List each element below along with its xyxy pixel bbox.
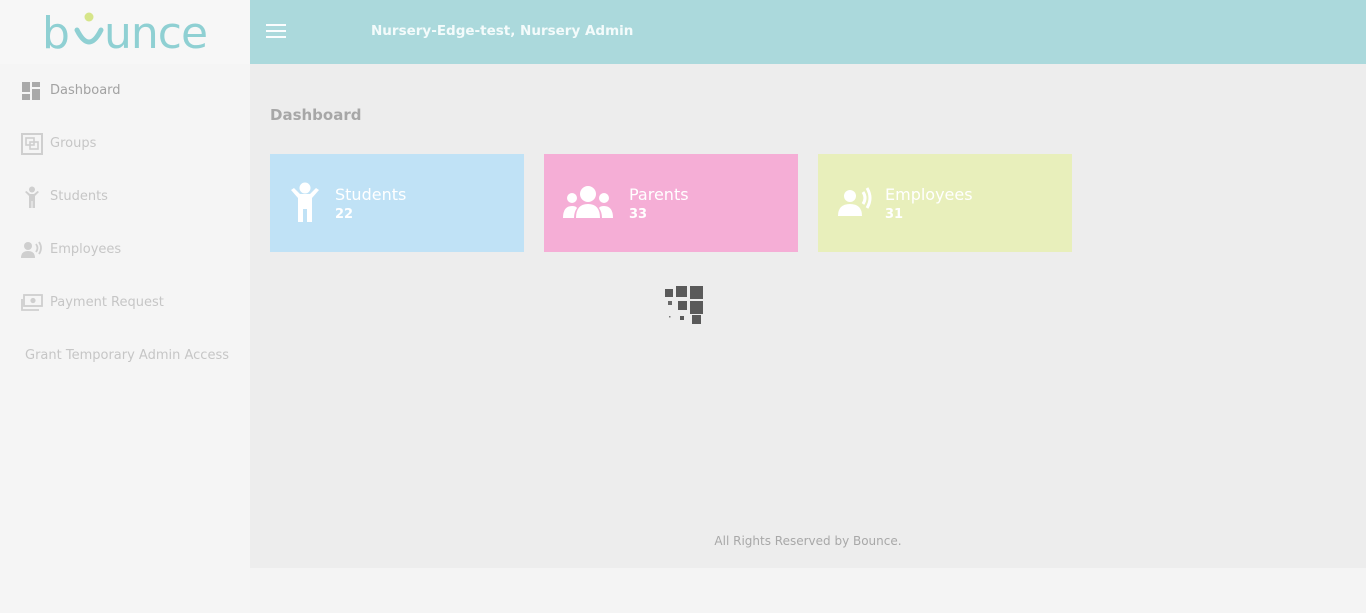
sidebar-item-label: Grant Temporary Admin Access (25, 348, 230, 363)
sidebar-item-students[interactable]: Students (0, 170, 250, 223)
child-icon (21, 186, 43, 208)
parents-card[interactable]: Parents 33 (544, 154, 798, 252)
main-content: Dashboard Students 22 Parents 33 Employe… (250, 64, 1366, 568)
loading-spinner-icon (665, 286, 703, 324)
sidebar-item-label: Payment Request (50, 295, 164, 310)
card-count: 22 (335, 207, 354, 222)
sidebar-item-label: Employees (50, 242, 122, 257)
family-icon (563, 186, 613, 218)
students-card[interactable]: Students 22 (270, 154, 524, 252)
sidebar-item-dashboard[interactable]: Dashboard (0, 64, 250, 117)
sidebar-item-label: Groups (50, 136, 97, 151)
card-title: Students (335, 185, 407, 204)
page-title: Dashboard (270, 106, 362, 124)
header-title: Nursery-Edge-test, Nursery Admin (371, 23, 634, 39)
svg-text:unce: unce (104, 8, 207, 58)
sidebar-item-label: Students (50, 189, 108, 204)
sidebar-item-employees[interactable]: Employees (0, 223, 250, 276)
bounce-logo-icon: b unce (42, 8, 208, 58)
card-title: Parents (629, 185, 689, 204)
hamburger-icon[interactable] (266, 24, 286, 40)
sidebar-item-label: Dashboard (50, 83, 121, 98)
page-bottom-area (250, 568, 1366, 613)
card-count: 31 (885, 207, 904, 222)
child-icon (291, 182, 319, 222)
dashboard-icon (21, 80, 43, 102)
footer-copyright: All Rights Reserved by Bounce. (714, 534, 902, 548)
groups-icon (21, 132, 43, 155)
card-title: Employees (885, 185, 973, 204)
sidebar-item-groups[interactable]: Groups (0, 117, 250, 170)
sidebar-item-grant-admin-access[interactable]: Grant Temporary Admin Access (0, 329, 250, 382)
sidebar-item-payment-request[interactable]: Payment Request (0, 276, 250, 329)
employee-icon (21, 239, 43, 261)
brand-logo[interactable]: b unce (0, 0, 250, 64)
employee-icon (838, 187, 872, 216)
employees-card[interactable]: Employees 31 (818, 154, 1072, 252)
sidebar: b unce Dashboard Groups Students Employe… (0, 0, 250, 613)
card-count: 33 (629, 207, 648, 222)
top-header: Nursery-Edge-test, Nursery Admin (250, 0, 1366, 64)
svg-text:b: b (42, 8, 69, 58)
money-icon (21, 292, 43, 314)
